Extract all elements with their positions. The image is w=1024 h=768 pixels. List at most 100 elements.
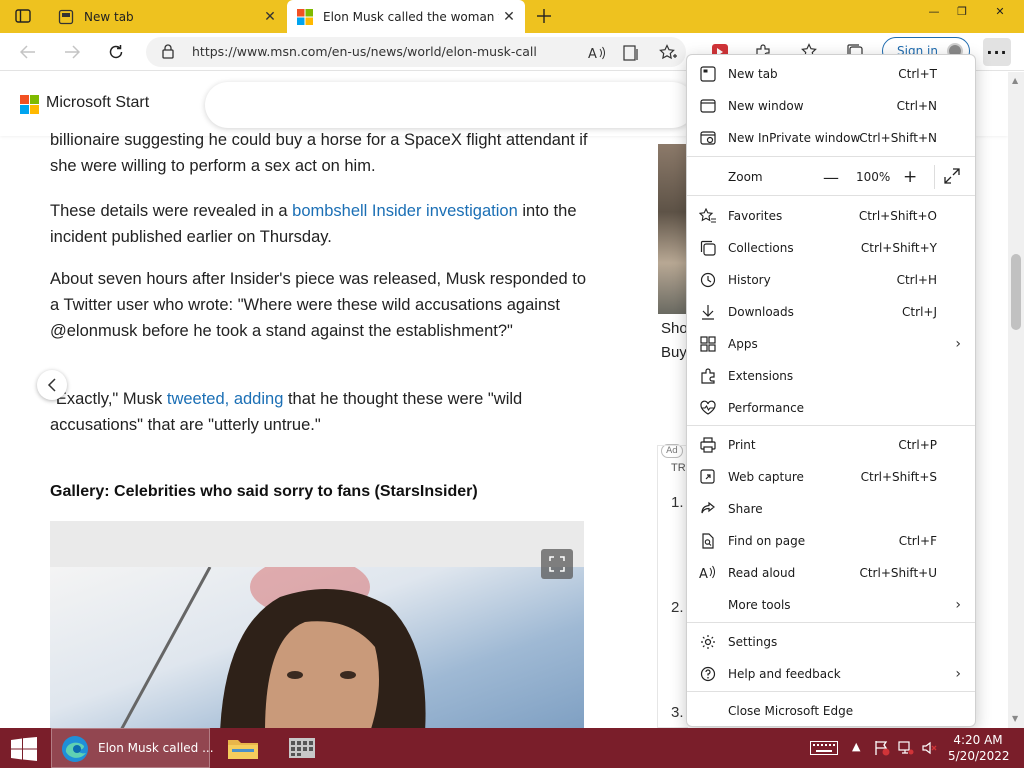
page-scrollbar[interactable]: ▲ ▼	[1008, 72, 1024, 728]
menu-item-more-tools[interactable]: More tools ›	[687, 589, 975, 621]
zoom-in-button[interactable]: +	[903, 167, 917, 187]
menu-item-label: New InPrivate window	[728, 131, 861, 145]
chevron-right-icon: ›	[955, 666, 961, 682]
menu-item-label: Settings	[728, 635, 778, 649]
site-logo-text[interactable]: Microsoft Start	[46, 94, 149, 112]
start-windows-icon[interactable]	[10, 737, 38, 761]
tab-article[interactable]: Elon Musk called the woman wh ✕	[287, 0, 525, 33]
menu-item-new-window[interactable]: New window Ctrl+N	[687, 90, 975, 122]
read-aloud-icon[interactable]: A	[586, 42, 608, 64]
settings-menu: New tab Ctrl+T New window Ctrl+N New InP…	[686, 54, 976, 727]
menu-item-label: Performance	[728, 401, 805, 415]
chevron-right-icon: ›	[955, 597, 961, 613]
close-window-icon[interactable]: ✕	[984, 0, 1016, 22]
menu-item-shortcut: Ctrl+F	[898, 534, 937, 548]
find-on-page-icon	[699, 532, 717, 550]
menu-item-extensions[interactable]: Extensions	[687, 360, 975, 392]
menu-item-new-inprivate-window[interactable]: New InPrivate window Ctrl+Shift+N	[687, 122, 975, 154]
site-search-input[interactable]	[205, 82, 695, 128]
menu-item-performance[interactable]: Performance	[687, 392, 975, 424]
menu-item-share[interactable]: Share	[687, 493, 975, 525]
menu-item-zoom: Zoom — 100% +	[687, 161, 975, 193]
menu-item-shortcut: Ctrl+Shift+Y	[860, 241, 937, 255]
microsoft-logo-icon[interactable]	[20, 95, 40, 115]
apps-grid-icon	[699, 335, 717, 353]
url-text[interactable]: https://www.msn.com/en-us/news/world/elo…	[192, 44, 537, 59]
tab-new-tab[interactable]: New tab ✕	[48, 0, 286, 33]
immersive-reader-icon[interactable]	[621, 42, 643, 64]
menu-item-read-aloud[interactable]: A Read aloud Ctrl+Shift+U	[687, 557, 975, 589]
collections-menu-icon	[699, 239, 717, 257]
menu-item-settings[interactable]: Settings	[687, 626, 975, 658]
trending-heading: TR	[671, 462, 686, 474]
menu-item-label: History	[728, 273, 771, 287]
trending-number: 2.	[671, 599, 684, 616]
menu-item-apps[interactable]: Apps ›	[687, 328, 975, 360]
previous-arrow-button[interactable]	[37, 370, 67, 400]
fullscreen-icon[interactable]	[944, 168, 960, 188]
web-capture-icon	[699, 468, 717, 486]
menu-item-print[interactable]: Print Ctrl+P	[687, 429, 975, 461]
calendar-app-icon[interactable]	[287, 736, 317, 760]
add-favorite-icon[interactable]	[657, 42, 679, 64]
menu-item-find-on-page[interactable]: Find on page Ctrl+F	[687, 525, 975, 557]
menu-item-label: New tab	[728, 67, 778, 81]
settings-and-more-button[interactable]: ···	[983, 38, 1011, 66]
menu-item-label: Share	[728, 502, 763, 516]
restore-icon[interactable]: ❐	[946, 0, 978, 22]
menu-item-help-and-feedback[interactable]: Help and feedback ›	[687, 658, 975, 690]
file-explorer-icon[interactable]	[226, 735, 260, 761]
close-tab-icon[interactable]: ✕	[499, 7, 519, 27]
article-paragraph: These details were revealed in a bombshe…	[50, 198, 590, 250]
settings-gear-icon	[699, 633, 717, 651]
msn-favicon-icon	[297, 8, 313, 25]
menu-item-new-tab[interactable]: New tab Ctrl+T	[687, 58, 975, 90]
network-icon[interactable]	[898, 740, 914, 756]
menu-item-favorites[interactable]: Favorites Ctrl+Shift+O	[687, 200, 975, 232]
gallery-title: Gallery: Celebrities who said sorry to f…	[50, 483, 478, 500]
insider-investigation-link[interactable]: bombshell Insider investigation	[292, 202, 518, 220]
refresh-icon[interactable]	[102, 38, 130, 66]
inprivate-icon	[699, 129, 717, 147]
menu-item-close-edge[interactable]: Close Microsoft Edge	[687, 695, 975, 727]
article-paragraph: "Exactly," Musk tweeted, adding that he …	[50, 386, 590, 438]
tab-bar: New tab ✕ Elon Musk called the woman wh …	[0, 0, 1024, 33]
scroll-down-icon[interactable]: ▼	[1012, 714, 1018, 723]
system-clock[interactable]: 4:20 AM 5/20/2022	[948, 732, 1010, 764]
new-tab-plus-icon[interactable]	[532, 4, 556, 28]
svg-text:A: A	[588, 47, 597, 60]
menu-divider	[687, 425, 975, 426]
address-bar[interactable]: https://www.msn.com/en-us/news/world/elo…	[146, 37, 686, 67]
taskbar-edge-app[interactable]: Elon Musk called ...	[51, 728, 214, 768]
menu-item-web-capture[interactable]: Web capture Ctrl+Shift+S	[687, 461, 975, 493]
workspaces-icon[interactable]	[8, 5, 38, 27]
scrollbar-thumb[interactable]	[1011, 254, 1021, 330]
zoom-out-button[interactable]: —	[823, 168, 839, 187]
action-center-flag-icon[interactable]	[874, 740, 890, 756]
touch-keyboard-icon[interactable]	[810, 741, 838, 755]
gallery-header-bar	[50, 521, 584, 567]
sidebar-text[interactable]: Buy	[661, 344, 687, 361]
new-tab-icon	[699, 65, 717, 83]
scroll-up-icon[interactable]: ▲	[1012, 76, 1018, 85]
menu-item-shortcut: Ctrl+J	[902, 305, 937, 319]
article-paragraph: About seven hours after Insider's piece …	[50, 266, 590, 344]
forward-icon[interactable]	[58, 38, 86, 66]
back-icon[interactable]	[14, 38, 42, 66]
fullscreen-expand-icon[interactable]	[541, 549, 573, 579]
trending-number: 1.	[671, 494, 684, 511]
menu-item-label: Extensions	[728, 369, 794, 383]
sidebar-ad-image[interactable]	[658, 144, 688, 314]
tweeted-link[interactable]: tweeted, adding	[167, 390, 284, 408]
menu-item-collections[interactable]: Collections Ctrl+Shift+Y	[687, 232, 975, 264]
menu-item-downloads[interactable]: Downloads Ctrl+J	[687, 296, 975, 328]
tab-title: New tab	[84, 9, 134, 24]
menu-item-shortcut: Ctrl+Shift+N	[859, 131, 937, 145]
close-tab-icon[interactable]: ✕	[260, 7, 280, 27]
menu-item-history[interactable]: History Ctrl+H	[687, 264, 975, 296]
lock-icon[interactable]	[162, 44, 174, 59]
tray-chevron-up-icon[interactable]: ▲	[852, 740, 860, 753]
gallery-image[interactable]	[50, 567, 584, 728]
sidebar-text[interactable]: Sho	[661, 320, 688, 337]
volume-muted-icon[interactable]	[922, 740, 938, 756]
